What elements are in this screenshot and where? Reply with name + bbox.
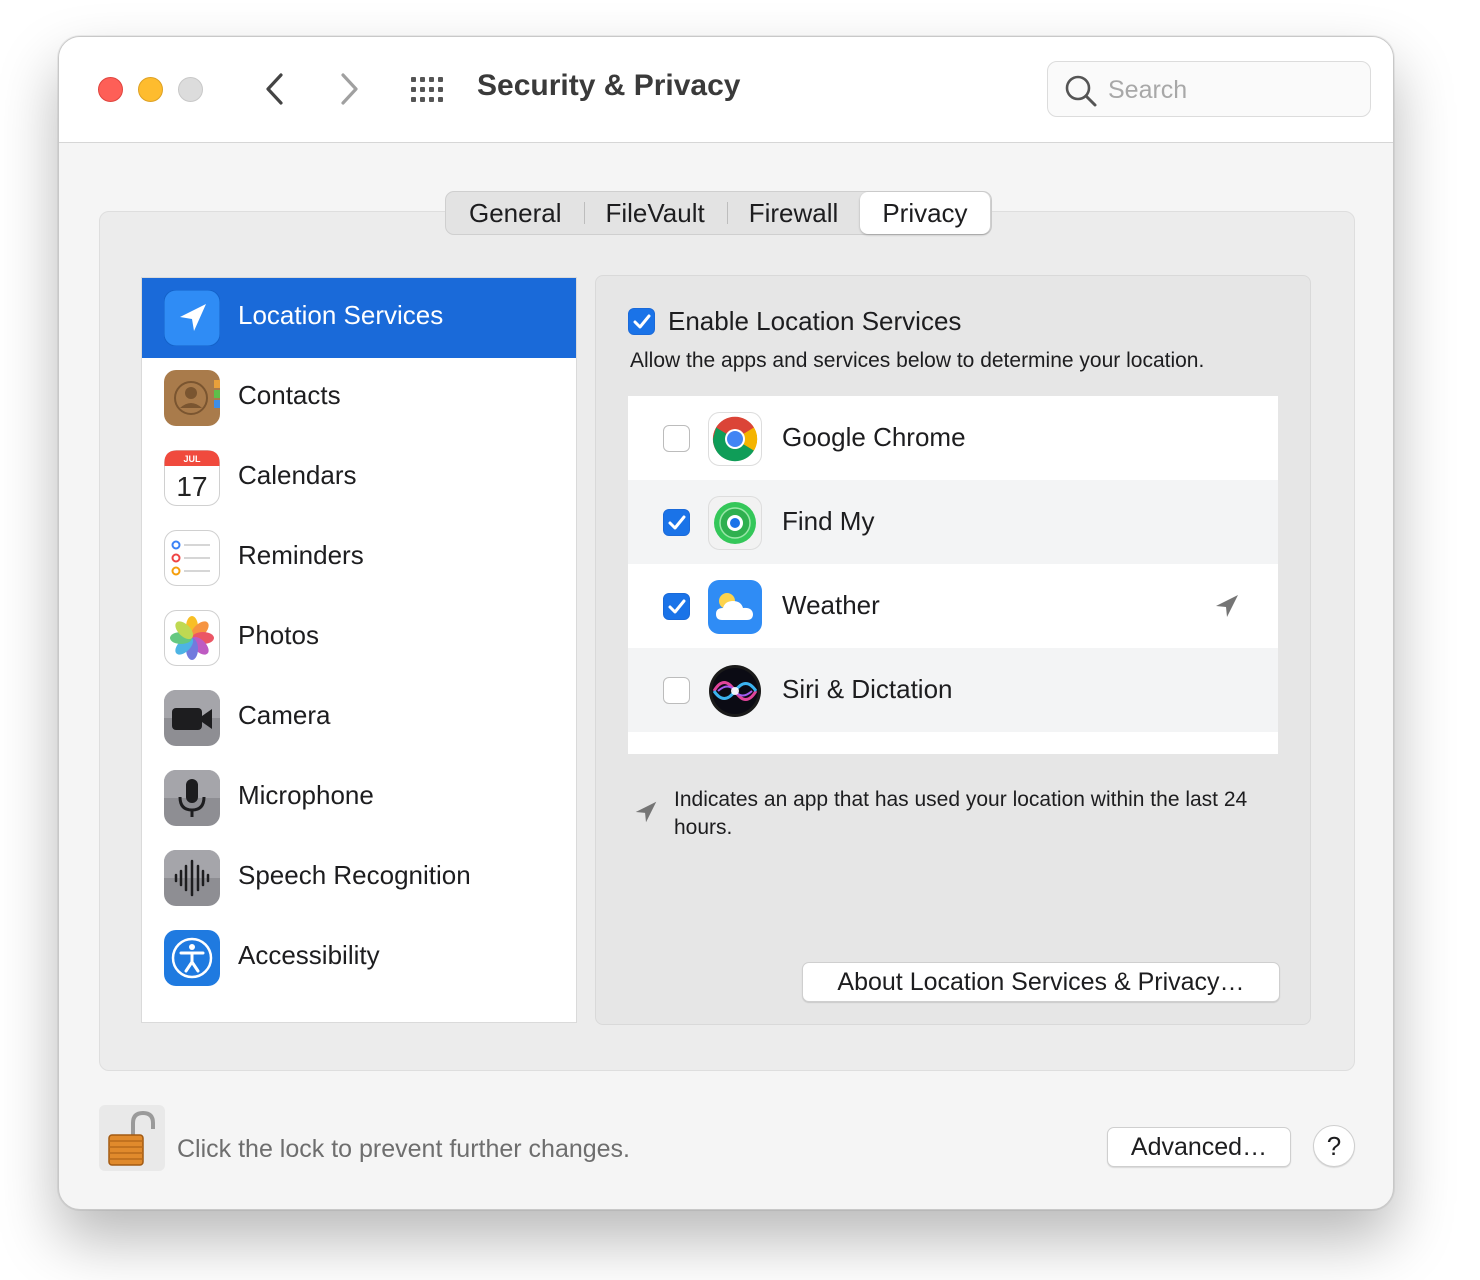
sidebar-item-label: Microphone [238,780,374,810]
app-checkbox[interactable] [663,425,690,452]
about-location-services-button[interactable]: About Location Services & Privacy… [802,962,1280,1002]
tab-firewall[interactable]: Firewall [726,192,861,234]
tab-privacy[interactable]: Privacy [860,192,990,234]
checkmark-icon [633,314,651,329]
tab-bar: General FileVault Firewall Privacy [445,191,992,235]
chevron-left-icon [266,73,283,105]
app-checkbox[interactable] [663,677,690,704]
app-row-weather[interactable]: Weather [628,564,1278,648]
sidebar-item-calendars[interactable]: JUL 17 Calendars [142,438,576,518]
location-services-panel: Enable Location Services Allow the apps … [595,275,1311,1025]
app-name: Find My [782,506,875,536]
sidebar-item-photos[interactable]: Photos [142,598,576,678]
recent-location-legend: Indicates an app that has used your loca… [674,788,1248,839]
recent-location-arrow-icon [1216,595,1238,617]
app-row-siri-dictation[interactable]: Siri & Dictation [628,648,1278,732]
app-name: Siri & Dictation [782,674,953,704]
reminders-icon [164,530,220,586]
contacts-icon [164,370,220,426]
sidebar-item-location-services[interactable]: Location Services [142,278,576,358]
siri-icon [709,665,761,717]
sidebar-item-camera[interactable]: Camera [142,678,576,758]
window-title: Security & Privacy [477,69,741,102]
search-input[interactable] [1108,70,1358,110]
forward-button[interactable] [329,67,369,111]
lock-status-text: Click the lock to prevent further change… [177,1135,631,1163]
sidebar-item-label: Photos [238,620,319,650]
calendar-icon: JUL 17 [164,450,220,506]
checkmark-icon [668,515,686,530]
lock-button[interactable] [99,1105,165,1171]
close-window-button[interactable] [98,77,123,102]
sidebar-item-reminders[interactable]: Reminders [142,518,576,598]
microphone-icon [164,770,220,826]
sidebar-item-label: Calendars [238,460,357,490]
enable-location-services-checkbox[interactable] [628,308,655,335]
sidebar-item-label: Speech Recognition [238,860,471,890]
app-name: Weather [782,590,880,620]
sidebar-item-contacts[interactable]: Contacts [142,358,576,438]
unlocked-padlock-icon [108,1110,155,1166]
camera-icon [164,690,220,746]
chrome-icon [708,412,762,466]
search-box[interactable] [1047,61,1371,117]
checkmark-icon [668,599,686,614]
enable-location-services-label: Enable Location Services [668,306,962,336]
app-row-find-my[interactable]: Find My [628,480,1278,564]
grid-icon [411,77,443,102]
app-name: Google Chrome [782,422,966,452]
sidebar-item-label: Camera [238,700,331,730]
zoom-window-button[interactable] [178,77,203,102]
weather-icon [708,580,762,634]
help-button[interactable]: ? [1313,1125,1355,1167]
title-bar: Security & Privacy [59,37,1393,143]
tab-general[interactable]: General [447,192,584,234]
speech-recognition-icon [164,850,220,906]
sidebar-item-label: Location Services [238,300,444,330]
sidebar-item-label: Accessibility [238,940,380,970]
location-icon [164,290,220,346]
app-checkbox[interactable] [663,509,690,536]
privacy-category-list: Location Services Contacts JUL 17 Calend… [141,277,577,1023]
calendar-day: 17 [176,471,207,502]
show-all-button[interactable] [409,75,449,105]
photos-icon [164,610,220,666]
accessibility-icon [164,930,220,986]
advanced-button[interactable]: Advanced… [1107,1127,1291,1167]
sidebar-item-accessibility[interactable]: Accessibility [142,918,576,998]
sidebar-item-label: Contacts [238,380,341,410]
minimize-window-button[interactable] [138,77,163,102]
app-row-google-chrome[interactable]: Google Chrome [628,396,1278,480]
location-app-list: Google Chrome Find My Weather Siri & Dic… [628,396,1278,754]
sidebar-item-speech-recognition[interactable]: Speech Recognition [142,838,576,918]
chevron-right-icon [341,73,358,105]
find-my-icon [708,496,762,550]
recent-location-arrow-icon [635,801,657,823]
location-description: Allow the apps and services below to det… [630,349,1205,372]
tab-filevault[interactable]: FileVault [583,192,727,234]
sidebar-item-microphone[interactable]: Microphone [142,758,576,838]
preferences-window: Security & Privacy General FileVault Fir… [58,36,1394,1210]
calendar-month: JUL [183,454,201,464]
app-checkbox[interactable] [663,593,690,620]
search-icon [1065,75,1097,107]
sidebar-item-label: Reminders [238,540,364,570]
back-button[interactable] [255,67,295,111]
